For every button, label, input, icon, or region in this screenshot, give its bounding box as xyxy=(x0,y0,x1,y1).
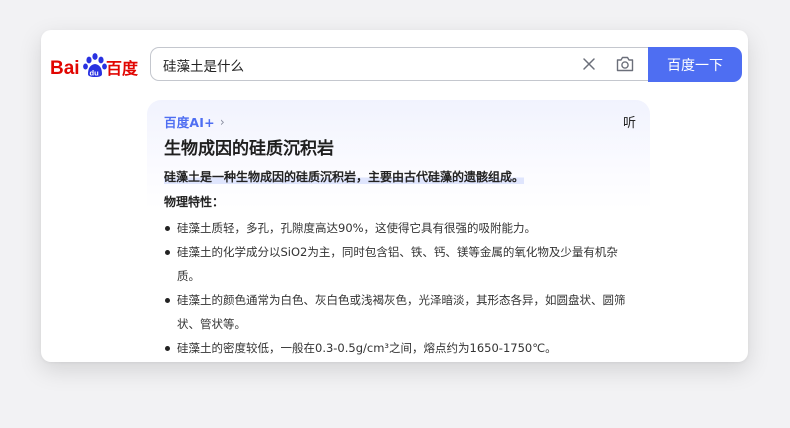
svg-text:du: du xyxy=(90,69,100,78)
close-icon[interactable] xyxy=(581,56,597,72)
ai-brand-label: 百度AI+ xyxy=(164,115,215,130)
baidu-logo[interactable]: Bai du 百度 xyxy=(50,47,140,83)
list-item: 硅藻土的化学成分以SiO2为主，同时包含铝、铁、钙、镁等金属的氧化物及少量有机杂… xyxy=(164,240,634,288)
answer-summary: 硅藻土是一种生物成因的硅质沉积岩，主要由古代硅藻的遗骸组成。 xyxy=(164,168,525,185)
search-button[interactable]: 百度一下 xyxy=(648,47,742,82)
list-item: 硅藻土的密度较低，一般在0.3-0.5g/cm³之间，熔点约为1650-1750… xyxy=(164,336,634,360)
bullet-list: 硅藻土质轻，多孔，孔隙度高达90%，这使得它具有很强的吸附能力。 硅藻土的化学成… xyxy=(164,216,634,360)
chevron-right-icon: › xyxy=(219,114,225,129)
search-box xyxy=(150,47,649,81)
answer-summary-text: 硅藻土是一种生物成因的硅质沉积岩，主要由古代硅藻的遗骸组成。 xyxy=(164,170,525,184)
list-item: 硅藻土的颜色通常为白色、灰白色或浅褐灰色，光泽暗淡，其形态各异，如圆盘状、圆筛状… xyxy=(164,288,634,336)
answer-title: 生物成因的硅质沉积岩 xyxy=(164,139,334,159)
list-item: 硅藻土质轻，多孔，孔隙度高达90%，这使得它具有很强的吸附能力。 xyxy=(164,216,634,240)
svg-text:Bai: Bai xyxy=(50,58,80,79)
section-heading: 物理特性： xyxy=(164,195,225,209)
search-input[interactable] xyxy=(163,55,543,75)
svg-text:百度: 百度 xyxy=(106,59,139,78)
search-result-card: Bai du 百度 百度一下 xyxy=(41,30,748,362)
ai-header[interactable]: 百度AI+ › xyxy=(164,112,225,131)
ai-answer-panel: 百度AI+ › 听 生物成因的硅质沉积岩 硅藻土是一种生物成因的硅质沉积岩，主要… xyxy=(147,100,650,362)
listen-button[interactable]: 听 xyxy=(623,112,636,131)
camera-icon[interactable] xyxy=(615,55,635,73)
